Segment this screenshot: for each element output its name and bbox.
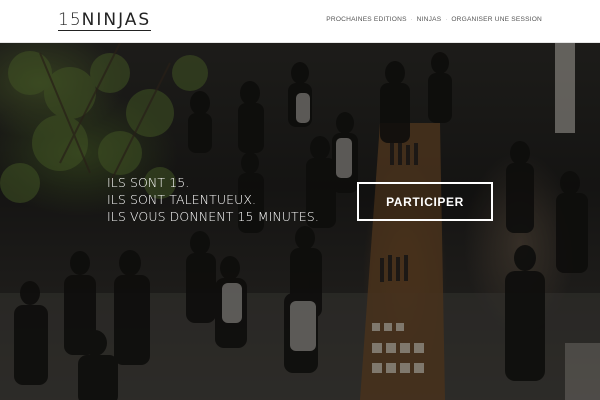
nav-item-prochaines-editions[interactable]: PROCHAINES EDITIONS	[322, 15, 410, 25]
site-logo[interactable]: 15NINJAS	[58, 10, 152, 32]
site-header: 15NINJAS PROCHAINES EDITIONS · NINJAS · …	[0, 0, 600, 43]
nav-item-organiser-une-session[interactable]: ORGANISER UNE SESSION	[447, 15, 546, 25]
headline-line-1: ILS SONT 15.	[107, 175, 190, 190]
hero-headline: ILS SONT 15. ILS SONT TALENTUEUX. ILS VO…	[107, 174, 319, 225]
participer-button[interactable]: PARTICIPER	[357, 182, 493, 221]
headline-line-2: ILS SONT TALENTUEUX.	[107, 192, 257, 207]
nav-item-ninjas[interactable]: NINJAS	[413, 15, 446, 25]
headline-line-3: ILS VOUS DONNENT 15 MINUTES.	[107, 209, 319, 224]
logo-name: NINJAS	[81, 10, 152, 30]
logo-wordmark: 15NINJAS	[58, 10, 152, 31]
logo-number: 15	[58, 10, 82, 30]
main-nav: PROCHAINES EDITIONS · NINJAS · ORGANISER…	[322, 15, 546, 25]
hero-banner: ILS SONT 15. ILS SONT TALENTUEUX. ILS VO…	[0, 43, 600, 400]
